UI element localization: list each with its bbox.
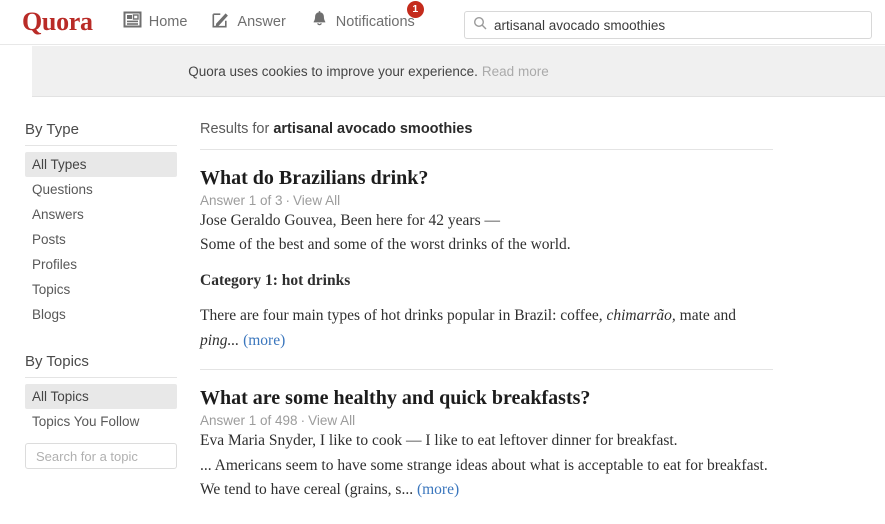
by-type-list: All Types Questions Answers Posts Profil… xyxy=(25,152,177,327)
result-view-all-link[interactable]: View All xyxy=(308,413,355,428)
cookie-banner: Quora uses cookies to improve your exper… xyxy=(32,46,885,97)
results-for-header: Results for artisanal avocado smoothies xyxy=(200,121,773,150)
search-result-item: What are some healthy and quick breakfas… xyxy=(200,369,773,502)
top-navigation-bar: Quora Home Answer Notifications 1 artisa… xyxy=(0,0,885,45)
cookie-read-more-link[interactable]: Read more xyxy=(482,64,549,79)
result-meta: Answer 1 of 3 · View All xyxy=(200,193,777,208)
page-body: By Type All Types Questions Answers Post… xyxy=(0,97,885,524)
sidebar-item-answers[interactable]: Answers xyxy=(25,202,177,227)
quora-logo[interactable]: Quora xyxy=(22,9,93,35)
sidebar-item-posts[interactable]: Posts xyxy=(25,227,177,252)
sidebar-item-all-topics[interactable]: All Topics xyxy=(25,384,177,409)
nav-item-notifications-label: Notifications xyxy=(335,14,415,30)
result-snippet-heading: Category 1: hot drinks xyxy=(200,269,777,293)
results-for-label: Results for xyxy=(200,121,274,137)
snippet-heading-text: Category 1: hot drinks xyxy=(200,271,351,289)
snippet-italic-ping: ping... xyxy=(200,331,240,349)
sidebar-item-topics-you-follow[interactable]: Topics You Follow xyxy=(25,409,177,434)
result-question-title[interactable]: What are some healthy and quick breakfas… xyxy=(200,387,773,410)
nav-item-home-label: Home xyxy=(148,14,188,30)
filters-sidebar: By Type All Types Questions Answers Post… xyxy=(0,97,200,524)
snippet-body-part-b: mate and xyxy=(675,307,737,325)
cookie-banner-text: Quora uses cookies to improve your exper… xyxy=(188,63,478,79)
result-snippet-body: There are four main types of hot drinks … xyxy=(200,304,777,353)
nav-item-home[interactable]: Home xyxy=(123,10,188,34)
sidebar-item-blogs[interactable]: Blogs xyxy=(25,302,177,327)
snippet-body-text: ... Americans seem to have some strange … xyxy=(200,456,768,499)
by-topics-heading: By Topics xyxy=(25,353,177,378)
meta-separator: · xyxy=(285,193,291,208)
bell-icon xyxy=(310,10,329,34)
result-answer-count: Answer 1 of 498 xyxy=(200,413,298,429)
result-snippet-line2: Some of the best and some of the worst d… xyxy=(200,236,571,254)
search-results-column: Results for artisanal avocado smoothies … xyxy=(200,97,777,524)
topic-search-box[interactable] xyxy=(25,443,177,469)
result-snippet: Eva Maria Snyder, I like to cook — I lik… xyxy=(200,429,773,502)
result-more-link[interactable]: (more) xyxy=(417,481,459,498)
sidebar-item-profiles[interactable]: Profiles xyxy=(25,252,177,277)
nav-item-answer-label: Answer xyxy=(237,14,286,30)
pencil-icon xyxy=(211,10,230,34)
snippet-italic-chimarrao: chimarrão, xyxy=(606,307,676,325)
sidebar-item-questions[interactable]: Questions xyxy=(25,177,177,202)
search-bar[interactable] xyxy=(464,11,872,39)
nav-item-notifications[interactable]: Notifications 1 xyxy=(310,1,424,34)
meta-separator: · xyxy=(300,413,306,429)
result-answer-count: Answer 1 of 3 xyxy=(200,193,283,208)
article-icon xyxy=(123,10,142,34)
notifications-badge: 1 xyxy=(406,1,424,18)
sidebar-item-topics[interactable]: Topics xyxy=(25,277,177,302)
result-byline: Jose Geraldo Gouvea, Been here for 42 ye… xyxy=(200,212,500,229)
result-snippet: Jose Geraldo Gouvea, Been here for 42 ye… xyxy=(200,209,777,353)
sidebar-item-all-types[interactable]: All Types xyxy=(25,152,177,177)
nav-item-answer[interactable]: Answer xyxy=(211,10,286,34)
result-view-all-link[interactable]: View All xyxy=(293,193,340,208)
by-topics-list: All Topics Topics You Follow xyxy=(25,384,177,434)
result-snippet-body: ... Americans seem to have some strange … xyxy=(200,454,773,503)
result-question-title[interactable]: What do Brazilians drink? xyxy=(200,167,777,190)
result-meta: Answer 1 of 498 · View All xyxy=(200,413,773,428)
search-input[interactable] xyxy=(494,17,863,33)
snippet-body-part-a: There are four main types of hot drinks … xyxy=(200,307,607,325)
results-query: artisanal avocado smoothies xyxy=(273,121,473,137)
by-type-heading: By Type xyxy=(25,121,177,146)
search-result-item: What do Brazilians drink? Answer 1 of 3 ·… xyxy=(200,150,777,353)
result-more-link[interactable]: (more) xyxy=(243,332,285,349)
search-icon xyxy=(473,16,487,35)
topic-search-input[interactable] xyxy=(34,444,168,468)
result-byline: Eva Maria Snyder, I like to cook — I lik… xyxy=(200,432,678,450)
